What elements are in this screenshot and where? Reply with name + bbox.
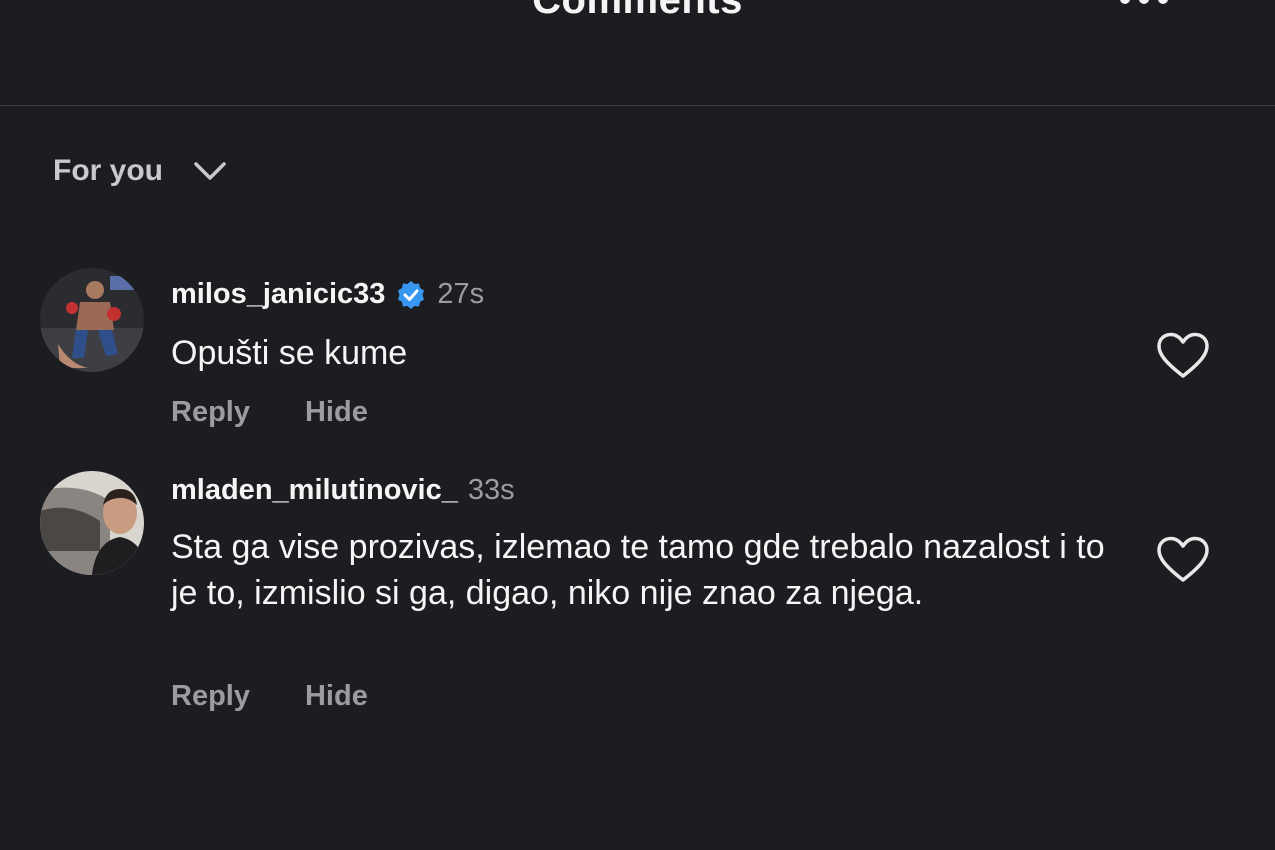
avatar-man-photo (40, 471, 144, 575)
avatar[interactable] (40, 268, 144, 372)
heart-icon[interactable] (1155, 535, 1211, 585)
username[interactable]: mladen_milutinovic_ (171, 474, 458, 507)
reply-button[interactable]: Reply (171, 680, 250, 713)
dot (1158, 0, 1168, 4)
username[interactable]: milos_janicic33 (171, 278, 385, 311)
hide-button[interactable]: Hide (305, 680, 368, 713)
comment-actions: Reply Hide (171, 680, 368, 713)
dot (1120, 0, 1130, 4)
header: Comments (0, 0, 1275, 106)
comment-text: Sta ga vise prozivas, izlemao te tamo gd… (171, 528, 1105, 612)
comment-header: milos_janicic33 27s (171, 278, 484, 311)
reply-button[interactable]: Reply (171, 396, 250, 429)
page-title: Comments (532, 0, 743, 22)
chevron-down-icon (194, 162, 226, 180)
avatar-fighter-photo (40, 268, 144, 372)
comment-text: Opušti se kume (171, 334, 408, 372)
comment-header: mladen_milutinovic_ 33s (171, 474, 515, 507)
heart-icon[interactable] (1155, 331, 1211, 381)
avatar[interactable] (40, 471, 144, 575)
hide-button[interactable]: Hide (305, 396, 368, 429)
verified-badge-icon (398, 280, 425, 309)
dot (1139, 0, 1149, 4)
more-options-icon[interactable] (1120, 0, 1180, 8)
comment-timestamp: 33s (467, 474, 515, 506)
comment-actions: Reply Hide (171, 396, 368, 429)
sort-filter-dropdown[interactable]: For you (53, 150, 227, 192)
filter-label: For you (53, 154, 163, 187)
comment-timestamp: 27s (437, 278, 485, 310)
